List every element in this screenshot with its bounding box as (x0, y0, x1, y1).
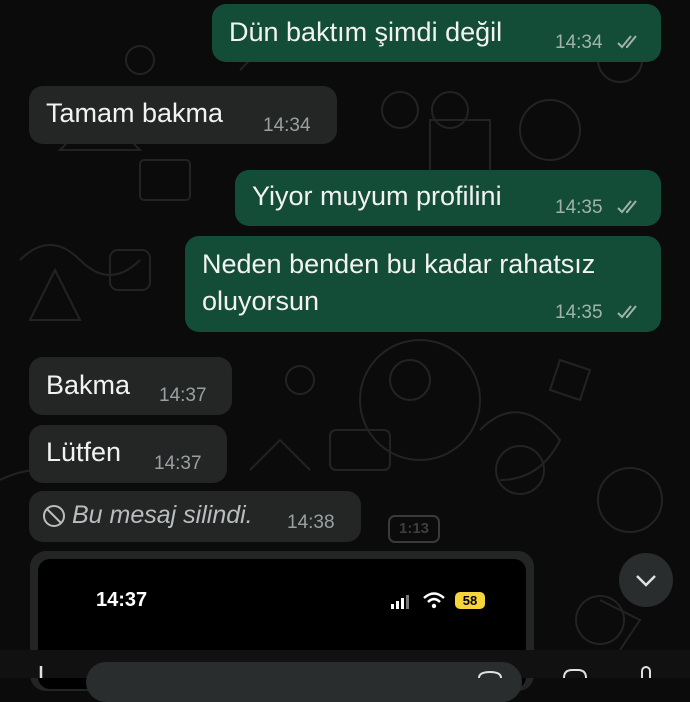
message-bubble-outgoing[interactable]: Yiyor muyum profilini 14:35 (235, 170, 661, 226)
message-bubble-incoming[interactable]: Bakma 14:37 (29, 357, 232, 415)
deleted-message-text: Bu mesaj silindi. (72, 501, 253, 529)
message-text: Dün baktım şimdi değil (229, 17, 503, 47)
camera-icon[interactable] (560, 668, 590, 678)
scroll-to-bottom-button[interactable] (619, 553, 673, 607)
message-time: 14:37 (154, 453, 202, 474)
signal-icon (391, 595, 409, 609)
message-text: Tamam bakma (46, 98, 224, 128)
message-time: 14:35 (555, 302, 603, 323)
wifi-icon (423, 592, 445, 609)
message-text: Bakma (46, 370, 131, 400)
message-text: Lütfen (46, 437, 122, 467)
microphone-icon[interactable] (634, 666, 658, 678)
message-bubble-incoming[interactable]: Tamam bakma 14:34 (29, 86, 337, 144)
message-time: 14:35 (555, 197, 603, 218)
wallpaper-badge: 1:13 (388, 515, 440, 543)
message-input[interactable] (86, 662, 522, 702)
message-time: 14:37 (159, 385, 207, 406)
message-bubble-outgoing[interactable]: Dün baktım şimdi değil 14:34 (212, 4, 661, 62)
message-time: 14:34 (263, 115, 311, 136)
message-bubble-incoming[interactable]: Lütfen 14:37 (29, 425, 227, 483)
message-text-line2: oluyorsun (202, 286, 320, 316)
plus-icon[interactable] (26, 664, 56, 678)
message-text-line1: Neden benden bu kadar rahatsız (202, 249, 596, 279)
message-text: Yiyor muyum profilini (252, 181, 502, 211)
no-entry-icon (43, 505, 65, 527)
chevron-down-icon (636, 575, 656, 587)
message-time: 14:38 (287, 512, 335, 533)
sticker-icon[interactable] (476, 670, 504, 678)
message-bubble-deleted[interactable]: Bu mesaj silindi. 14:38 (29, 491, 361, 542)
battery-badge: 58 (455, 592, 485, 609)
message-time: 14:34 (555, 32, 603, 53)
double-check-icon (617, 305, 637, 319)
status-time: 14:37 (96, 589, 148, 611)
double-check-icon (617, 200, 637, 214)
double-check-icon (617, 35, 637, 49)
message-bubble-outgoing[interactable]: Neden benden bu kadar rahatsız oluyorsun… (185, 236, 661, 332)
